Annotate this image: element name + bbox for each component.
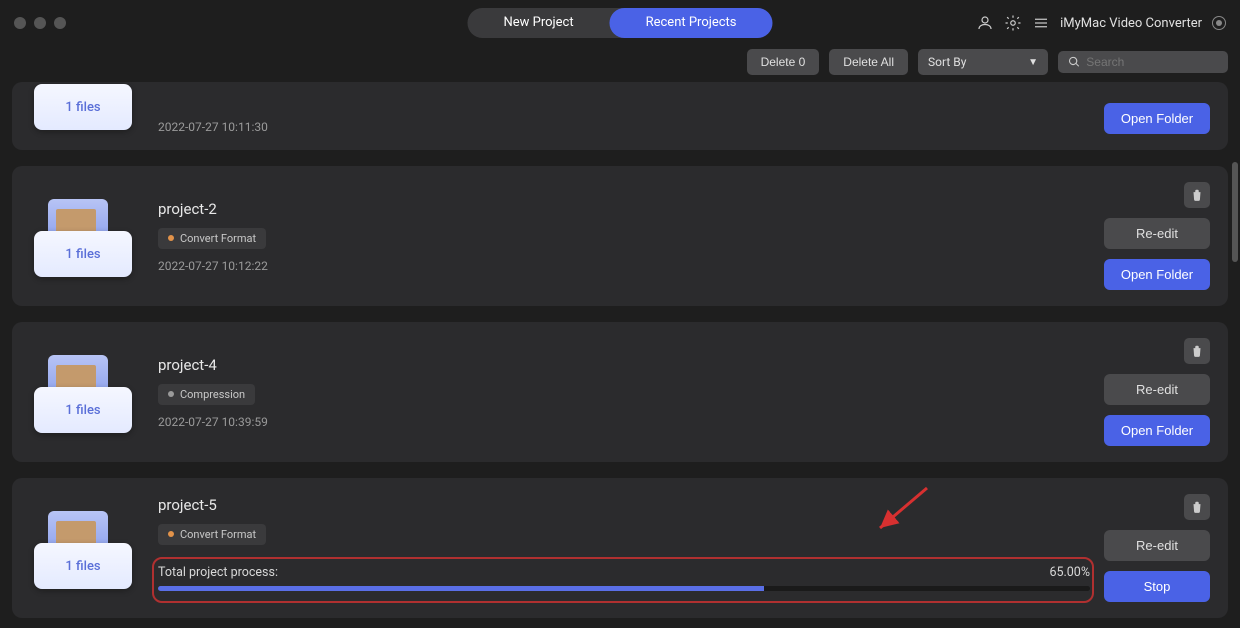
folder-thumbnail: 1 files [28,84,138,134]
project-tag: Convert Format [158,228,266,249]
trash-icon [1190,500,1204,514]
annotation-highlight [152,557,1094,603]
trash-icon [1190,188,1204,202]
re-edit-button[interactable]: Re-edit [1104,530,1210,561]
main-tabs: New Project Recent Projects [467,8,772,38]
project-timestamp: 2022-07-27 10:39:59 [158,415,1100,429]
tag-dot-icon [168,531,174,537]
progress-fill [158,586,764,591]
search-input[interactable] [1086,55,1218,69]
minimize-window[interactable] [34,17,46,29]
scrollbar[interactable] [1232,162,1238,262]
card-body: 2022-07-27 10:11:30 [158,120,1100,134]
file-count: 1 files [34,231,132,277]
file-count: 1 files [34,387,132,433]
open-folder-button[interactable]: Open Folder [1104,103,1210,134]
trash-icon [1190,344,1204,358]
open-folder-button[interactable]: Open Folder [1104,415,1210,446]
stop-button[interactable]: Stop [1104,571,1210,602]
progress-percent: 65.00% [1049,565,1090,580]
tag-label: Compression [180,388,245,401]
title-bar: New Project Recent Projects iMyMac Video… [0,0,1240,46]
card-actions: Open Folder [1100,103,1210,134]
delete-project-button[interactable] [1184,494,1210,520]
file-count: 1 files [34,84,132,130]
delete-selected-button[interactable]: Delete 0 [747,49,820,75]
project-card: 1 files project-4 Compression 2022-07-27… [12,322,1228,462]
app-title: iMyMac Video Converter [1060,16,1202,31]
delete-project-button[interactable] [1184,182,1210,208]
card-body: project-5 Convert Format Total project p… [158,496,1100,601]
project-timestamp: 2022-07-27 10:12:22 [158,259,1100,273]
tag-label: Convert Format [180,232,256,245]
toolbar: Delete 0 Delete All Sort By ▼ [0,46,1240,82]
card-actions: Re-edit Open Folder [1100,338,1210,446]
re-edit-button[interactable]: Re-edit [1104,374,1210,405]
record-indicator-icon [1212,16,1226,30]
card-actions: Re-edit Open Folder [1100,182,1210,290]
project-name: project-5 [158,496,1100,514]
folder-thumbnail: 1 files [28,191,138,281]
menu-icon[interactable] [1032,14,1050,32]
folder-thumbnail: 1 files [28,503,138,593]
project-name: project-4 [158,356,1100,374]
tag-dot-icon [168,391,174,397]
delete-project-button[interactable] [1184,338,1210,364]
window-controls [14,17,66,29]
account-icon[interactable] [976,14,994,32]
project-card: 1 files project-2 Convert Format 2022-07… [12,166,1228,306]
titlebar-right: iMyMac Video Converter [976,14,1226,32]
project-card: 1 files project-5 Convert Format Total p… [12,478,1228,618]
sort-by-label: Sort By [928,55,966,69]
project-list: 1 files 2022-07-27 10:11:30 Open Folder … [0,82,1240,628]
maximize-window[interactable] [54,17,66,29]
sort-by-dropdown[interactable]: Sort By ▼ [918,49,1048,75]
project-timestamp: 2022-07-27 10:11:30 [158,120,1100,134]
tag-label: Convert Format [180,528,256,541]
progress-label: Total project process: [158,565,278,580]
search-icon [1068,55,1080,69]
progress-section: Total project process: 65.00% [158,559,1100,601]
project-name: project-2 [158,200,1100,218]
close-window[interactable] [14,17,26,29]
delete-all-button[interactable]: Delete All [829,49,908,75]
re-edit-button[interactable]: Re-edit [1104,218,1210,249]
search-box[interactable] [1058,51,1228,73]
tag-dot-icon [168,235,174,241]
card-actions: Re-edit Stop [1100,494,1210,602]
progress-bar [158,586,1090,591]
project-tag: Convert Format [158,524,266,545]
card-body: project-2 Convert Format 2022-07-27 10:1… [158,200,1100,273]
settings-icon[interactable] [1004,14,1022,32]
card-body: project-4 Compression 2022-07-27 10:39:5… [158,356,1100,429]
tab-recent-projects[interactable]: Recent Projects [610,8,773,38]
file-count: 1 files [34,543,132,589]
tab-new-project[interactable]: New Project [467,8,609,38]
project-card: 1 files 2022-07-27 10:11:30 Open Folder [12,82,1228,150]
project-tag: Compression [158,384,255,405]
chevron-down-icon: ▼ [1028,57,1038,68]
open-folder-button[interactable]: Open Folder [1104,259,1210,290]
folder-thumbnail: 1 files [28,347,138,437]
